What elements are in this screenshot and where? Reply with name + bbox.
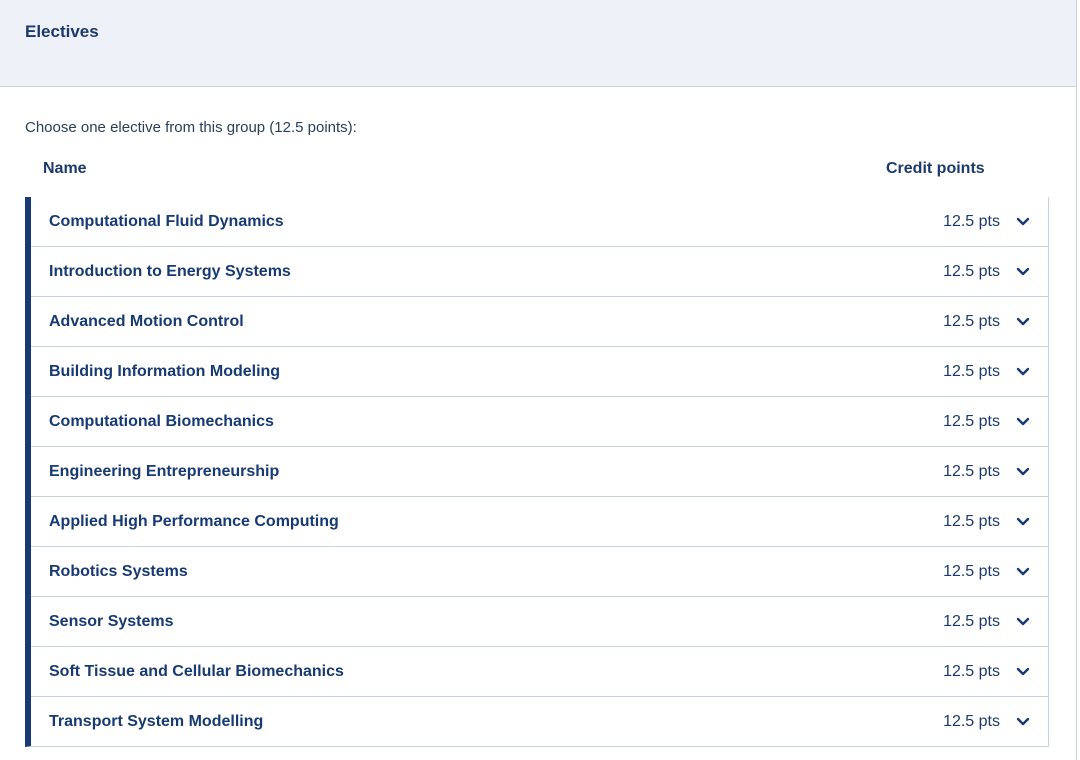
elective-row[interactable]: Sensor Systems 12.5 pts [31,596,1048,646]
chevron-down-icon[interactable] [1016,715,1030,729]
elective-row[interactable]: Robotics Systems 12.5 pts [31,546,1048,596]
chevron-down-icon[interactable] [1016,665,1030,679]
elective-name: Soft Tissue and Cellular Biomechanics [49,662,344,680]
panel-title: Electives [25,22,99,41]
elective-points: 12.5 pts [943,312,1000,330]
intro-text: Choose one elective from this group (12.… [25,119,357,136]
chevron-down-icon[interactable] [1016,515,1030,529]
chevron-down-icon[interactable] [1016,265,1030,279]
elective-points: 12.5 pts [943,262,1000,280]
elective-row[interactable]: Introduction to Energy Systems 12.5 pts [31,246,1048,296]
elective-row[interactable]: Building Information Modeling 12.5 pts [31,346,1048,396]
electives-list: Computational Fluid Dynamics 12.5 pts In… [25,197,1049,747]
chevron-down-icon[interactable] [1016,565,1030,579]
elective-points: 12.5 pts [943,662,1000,680]
elective-name: Applied High Performance Computing [49,512,339,530]
elective-name: Transport System Modelling [49,712,264,730]
elective-row[interactable]: Soft Tissue and Cellular Biomechanics 12… [31,646,1048,696]
elective-points: 12.5 pts [943,612,1000,630]
chevron-down-icon[interactable] [1016,415,1030,429]
elective-points: 12.5 pts [943,512,1000,530]
chevron-down-icon[interactable] [1016,465,1030,479]
elective-points: 12.5 pts [943,362,1000,380]
elective-points: 12.5 pts [943,462,1000,480]
elective-name: Sensor Systems [49,612,174,630]
elective-points: 12.5 pts [943,712,1000,730]
panel-header: Electives [0,0,1076,87]
elective-row[interactable]: Advanced Motion Control 12.5 pts [31,296,1048,346]
chevron-down-icon[interactable] [1016,215,1030,229]
elective-name: Computational Biomechanics [49,412,274,430]
elective-name: Computational Fluid Dynamics [49,212,284,230]
elective-points: 12.5 pts [943,562,1000,580]
elective-name: Advanced Motion Control [49,312,244,330]
column-header-credit-points: Credit points [886,160,985,177]
chevron-down-icon[interactable] [1016,615,1030,629]
elective-points: 12.5 pts [943,412,1000,430]
elective-name: Engineering Entrepreneurship [49,462,280,480]
elective-name: Introduction to Energy Systems [49,262,291,280]
elective-row[interactable]: Transport System Modelling 12.5 pts [31,696,1048,746]
elective-row[interactable]: Engineering Entrepreneurship 12.5 pts [31,446,1048,496]
chevron-down-icon[interactable] [1016,315,1030,329]
elective-name: Robotics Systems [49,562,188,580]
elective-points: 12.5 pts [943,212,1000,230]
elective-row[interactable]: Applied High Performance Computing 12.5 … [31,496,1048,546]
elective-name: Building Information Modeling [49,362,281,380]
elective-row[interactable]: Computational Fluid Dynamics 12.5 pts [31,197,1048,246]
electives-panel: Electives Choose one elective from this … [0,0,1077,760]
elective-row[interactable]: Computational Biomechanics 12.5 pts [31,396,1048,446]
column-header-name: Name [43,160,87,177]
chevron-down-icon[interactable] [1016,365,1030,379]
